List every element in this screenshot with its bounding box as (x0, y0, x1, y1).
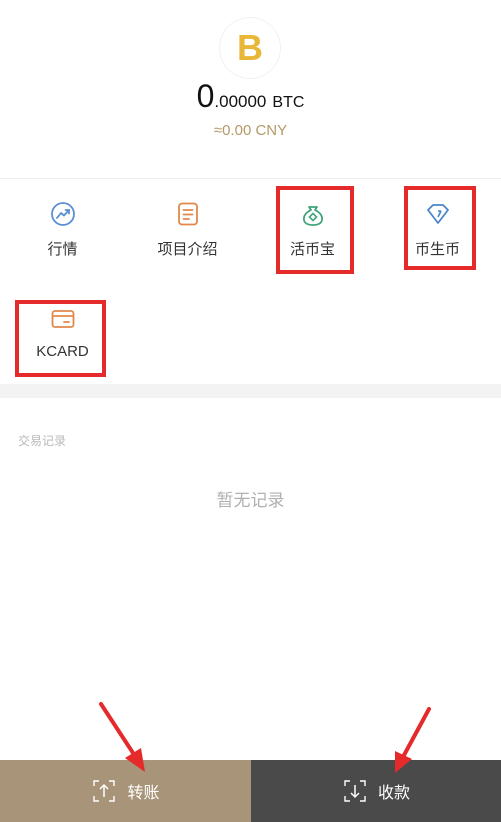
menu-item-market[interactable]: 行情 (0, 200, 125, 259)
chart-trend-icon (50, 202, 75, 226)
receive-button[interactable]: 收款 (251, 760, 501, 822)
highlight-box (404, 186, 476, 270)
download-icon (344, 780, 366, 802)
upload-icon (93, 780, 116, 802)
menu-item-label: 项目介绍 (157, 240, 218, 258)
coin-logo: B (220, 18, 280, 78)
bitcoin-icon: B (237, 27, 263, 68)
balance-integer: 0 (196, 78, 215, 114)
coin-unit: BTC (272, 94, 305, 111)
fiat-value: ≈0.00 CNY (213, 122, 288, 139)
red-arrow-icon (395, 707, 431, 773)
records-title: 交易记录 (18, 434, 67, 448)
red-arrow-icon (99, 702, 145, 772)
receive-label: 收款 (377, 783, 410, 802)
highlight-box (276, 186, 354, 274)
transfer-label: 转账 (127, 783, 160, 802)
menu-item-project-intro[interactable]: 项目介绍 (125, 200, 250, 259)
document-icon (177, 202, 198, 226)
balance-decimals: .00000 (214, 92, 267, 111)
balance-amount: 0.00000 BTC (0, 78, 501, 115)
empty-records-text: 暂无记录 (216, 491, 285, 511)
highlight-box (15, 300, 106, 377)
section-divider (0, 384, 501, 398)
menu-item-label: 行情 (47, 240, 78, 258)
divider (0, 178, 501, 179)
